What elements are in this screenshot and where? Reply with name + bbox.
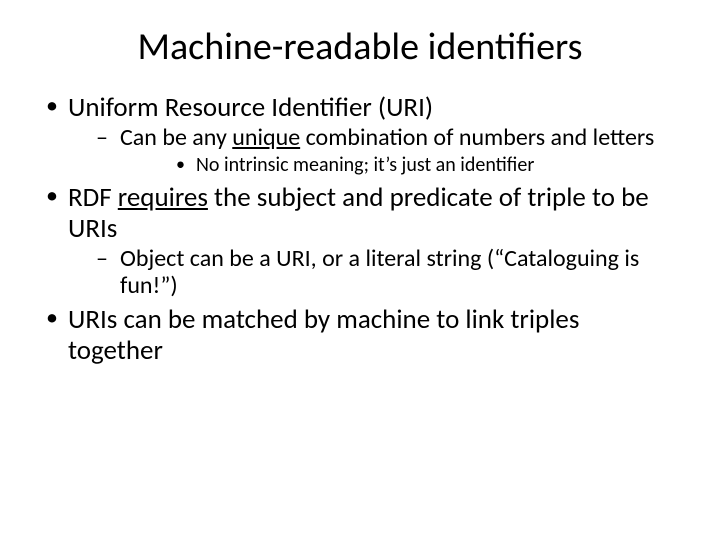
sub-list: Can be any unique combination of numbers… (68, 125, 680, 176)
bullet-list: Uniform Resource Identifier (URI) Can be… (40, 92, 680, 366)
text-fragment: combination of numbers and letters (300, 123, 654, 152)
underlined-word: requires (118, 181, 208, 214)
bullet-uri: Uniform Resource Identifier (URI) Can be… (40, 92, 680, 176)
text-fragment: RDF (68, 181, 118, 214)
bullet-matched: URIs can be matched by machine to link t… (40, 304, 680, 366)
slide-title: Machine-readable identifiers (40, 24, 680, 70)
sub-list: Object can be a URI, or a literal string… (68, 246, 680, 300)
slide: Machine-readable identifiers Uniform Res… (0, 0, 720, 540)
bullet-no-meaning: No intrinsic meaning; it’s just an ident… (120, 154, 680, 176)
bullet-object: Object can be a URI, or a literal string… (68, 246, 680, 300)
underlined-word: unique (232, 123, 300, 152)
bullet-uri-unique: Can be any unique combination of numbers… (68, 125, 680, 176)
sub-sub-list: No intrinsic meaning; it’s just an ident… (120, 154, 680, 176)
bullet-rdf: RDF requires the subject and predicate o… (40, 182, 680, 300)
text-fragment: Can be any (120, 123, 232, 152)
bullet-uri-text: Uniform Resource Identifier (URI) (68, 91, 433, 124)
